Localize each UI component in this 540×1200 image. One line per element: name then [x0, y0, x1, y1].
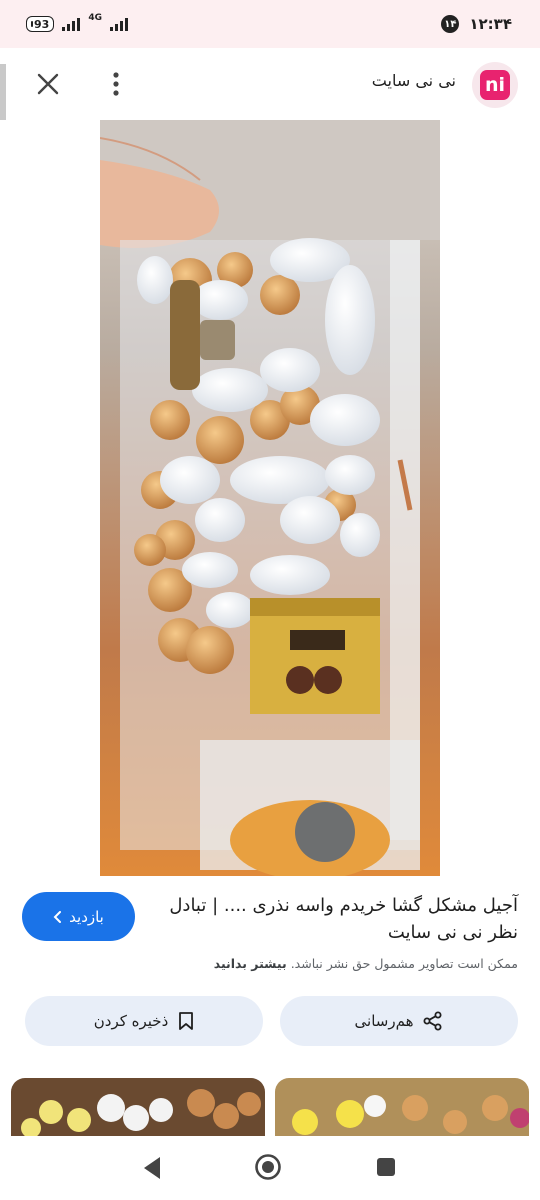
- status-time-group: ۱۴ ۱۲:۳۴: [441, 15, 512, 33]
- nuts-bag-photo: [100, 120, 440, 876]
- learn-more-link[interactable]: بیشتر بدانید: [214, 956, 287, 971]
- chevron-left-icon: [53, 910, 62, 923]
- viewer-header: نی نی سایت ni: [0, 48, 540, 120]
- home-circle-icon[interactable]: [254, 1153, 282, 1181]
- result-info-panel: آجیل مشکل گشا خریدم واسه نذری .... | تبا…: [0, 876, 540, 1138]
- notification-badge: ۱۴: [441, 15, 460, 33]
- related-image-1: [11, 1078, 265, 1138]
- back-triangle-icon[interactable]: [140, 1154, 164, 1182]
- save-label: ذخیره کردن: [93, 1012, 169, 1030]
- more-options-button[interactable]: [98, 66, 134, 102]
- visit-label: بازدید: [69, 907, 104, 926]
- site-name[interactable]: نی نی سایت: [372, 71, 456, 90]
- visit-button[interactable]: بازدید: [22, 892, 135, 941]
- close-icon: [37, 73, 59, 95]
- site-logo[interactable]: ni: [472, 62, 518, 108]
- save-button[interactable]: ذخیره کردن: [25, 996, 263, 1046]
- related-image-thumbnail[interactable]: [275, 1078, 529, 1138]
- image-viewer[interactable]: [0, 120, 540, 974]
- site-logo-mark: ni: [480, 70, 510, 100]
- network-type: 4G: [88, 13, 102, 23]
- battery-level: 93: [34, 17, 50, 31]
- related-image-2: [275, 1078, 529, 1138]
- related-image-thumbnail[interactable]: [11, 1078, 265, 1138]
- result-image[interactable]: [100, 120, 440, 876]
- copyright-text: ممکن است تصاویر مشمول حق نشر نباشد.: [290, 956, 518, 971]
- clock: ۱۲:۳۴: [469, 15, 512, 33]
- result-title[interactable]: آجیل مشکل گشا خریدم واسه نذری .... | تبا…: [158, 892, 518, 946]
- recents-square-icon[interactable]: [376, 1157, 396, 1177]
- battery-icon: 93: [26, 16, 55, 32]
- share-button[interactable]: هم‌رسانی: [280, 996, 518, 1046]
- status-bar: 93 4G ۱۴ ۱۲:۳۴: [0, 0, 540, 48]
- system-nav-bar: [0, 1136, 540, 1200]
- bookmark-icon: [179, 1012, 194, 1030]
- signal-icon-2: [109, 17, 128, 31]
- share-label: هم‌رسانی: [354, 1012, 414, 1030]
- copyright-notice: ممکن است تصاویر مشمول حق نشر نباشد. بیشت…: [22, 956, 518, 971]
- status-indicators: 93 4G: [26, 13, 128, 32]
- share-icon: [423, 1011, 442, 1031]
- close-button[interactable]: [30, 66, 66, 102]
- more-vert-icon: [113, 72, 119, 96]
- signal-icon: [62, 17, 81, 31]
